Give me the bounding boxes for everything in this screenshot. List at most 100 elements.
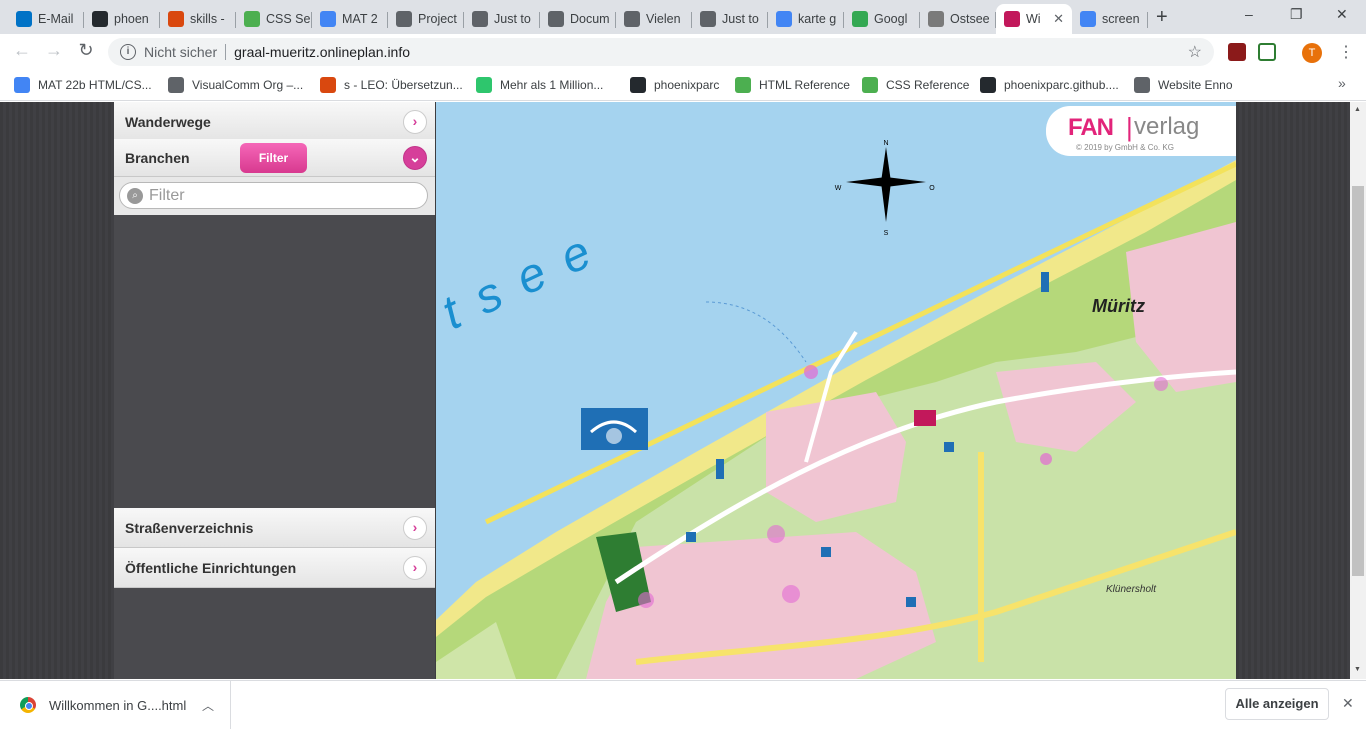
github-icon [92, 11, 108, 27]
bookmark-label: Website Enno [1158, 78, 1233, 92]
bookmark-item[interactable]: phoenixparc [630, 77, 719, 93]
tab-3[interactable]: skills - [160, 4, 236, 34]
chevron-down-icon[interactable]: ⌄ [403, 146, 427, 170]
tab-label: CSS Se [266, 12, 311, 26]
chevron-right-icon[interactable]: › [403, 516, 427, 540]
security-status: Nicht sicher [144, 44, 218, 60]
bookmark-label: phoenixparc [654, 78, 720, 92]
tab-7[interactable]: Just to [464, 4, 540, 34]
download-item[interactable]: Willkommen in G....html ︿ [0, 681, 231, 729]
tab-5[interactable]: MAT 2 [312, 4, 388, 34]
tab-8[interactable]: Docum [540, 4, 616, 34]
url-text[interactable]: graal-mueritz.onlineplan.info [234, 44, 410, 60]
kebab-menu-icon[interactable]: ⋮ [1338, 42, 1354, 62]
map-canvas[interactable]: tsee N S W O Müritz Klünersholt [436, 102, 1236, 679]
globe-icon [168, 77, 184, 93]
tab-4[interactable]: CSS Se [236, 4, 312, 34]
tab-1[interactable]: E-Mail [8, 4, 84, 34]
tab-2[interactable]: phoen [84, 4, 160, 34]
tab-9[interactable]: Vielen [616, 4, 692, 34]
sidebar-item-label: Straßenverzeichnis [125, 519, 254, 536]
address-bar[interactable]: i Nicht sicher graal-mueritz.onlineplan.… [108, 38, 1214, 66]
bookmark-label: Mehr als 1 Million... [500, 78, 604, 92]
scroll-down-icon[interactable]: ▼ [1354, 666, 1361, 673]
bookmark-label: MAT 22b HTML/CS... [38, 78, 152, 92]
bookmark-item[interactable]: VisualComm Org –... [168, 77, 303, 93]
tab-label: Just to [494, 12, 531, 26]
tab-11[interactable]: karte g [768, 4, 844, 34]
tab-14[interactable]: Wi ✕ [996, 4, 1072, 34]
scrollbar-thumb[interactable] [1352, 186, 1364, 576]
profile-avatar[interactable]: T [1302, 43, 1322, 63]
download-filename: Willkommen in G....html [49, 697, 187, 713]
tab-10[interactable]: Just to [692, 4, 768, 34]
close-downloads-icon[interactable]: ✕ [1342, 695, 1354, 712]
ublock-extension-icon[interactable] [1228, 43, 1246, 61]
info-icon[interactable]: i [120, 44, 136, 60]
logo-verlag-text: verlag [1134, 113, 1200, 140]
scroll-up-icon[interactable]: ▲ [1354, 106, 1361, 113]
show-all-downloads-button[interactable]: Alle anzeigen [1225, 688, 1329, 720]
new-tab-button[interactable]: + [1156, 6, 1168, 29]
compass-o: O [929, 185, 935, 192]
filter-search-box[interactable]: ⌕ [119, 182, 428, 209]
globe-icon [700, 11, 716, 27]
bookmark-item[interactable]: MAT 22b HTML/CS... [14, 77, 152, 93]
google-icon [776, 11, 792, 27]
logo-fan-text: FAN [1068, 114, 1114, 141]
globe-icon [472, 11, 488, 27]
chevron-right-icon[interactable]: › [403, 110, 427, 134]
sidebar-item-wanderwege[interactable]: Wanderwege › [114, 102, 435, 142]
bookmark-star-icon[interactable]: ☆ [1188, 42, 1202, 62]
tab-12[interactable]: Googl [844, 4, 920, 34]
bookmark-item[interactable]: Website Enno [1134, 77, 1233, 93]
chrome-file-icon [20, 697, 36, 713]
maximize-button[interactable]: ❐ [1290, 6, 1303, 23]
bookmark-item[interactable]: s - LEO: Übersetzun... [320, 77, 463, 93]
filter-input[interactable] [149, 186, 409, 205]
leo-icon [168, 11, 184, 27]
tab-15[interactable]: screen [1072, 4, 1148, 34]
forward-arrow-icon[interactable]: → [42, 40, 66, 61]
reload-icon[interactable]: ↻ [74, 40, 98, 61]
sea-label: tsee [436, 216, 619, 340]
bookmark-label: VisualComm Org –... [192, 78, 304, 92]
bookmark-item[interactable]: Mehr als 1 Million... [476, 77, 603, 93]
tab-6[interactable]: Project [388, 4, 464, 34]
google-icon [1080, 11, 1096, 27]
page-content: Wanderwege › Branchen Filter ⌄ ⌕ Straßen… [0, 102, 1366, 679]
bookmarks-more-button[interactable]: » [1338, 75, 1346, 91]
page-scrollbar[interactable]: ▲ ▼ [1350, 102, 1366, 679]
w3schools-icon [862, 77, 878, 93]
pixabay-icon [476, 77, 492, 93]
town-map[interactable]: tsee N S W O Müritz Klünersholt FAN | ve… [436, 102, 1236, 679]
bookmark-label: CSS Reference [886, 78, 970, 92]
compass-w: W [835, 185, 842, 192]
bookmark-item[interactable]: HTML Reference [735, 77, 850, 93]
tab-label: E-Mail [38, 12, 74, 26]
chevron-right-icon[interactable]: › [403, 556, 427, 580]
back-arrow-icon[interactable]: ← [10, 40, 34, 61]
outlook-icon [16, 11, 32, 27]
browser-toolbar: ← → ↻ i Nicht sicher graal-mueritz.onlin… [0, 34, 1366, 70]
bookmark-item[interactable]: CSS Reference [862, 77, 969, 93]
close-window-button[interactable]: ✕ [1336, 6, 1348, 23]
filter-button[interactable]: Filter [240, 143, 307, 173]
minimize-button[interactable]: – [1245, 6, 1253, 22]
sidebar-item-oeffentliche-einrichtungen[interactable]: Öffentliche Einrichtungen › [114, 548, 435, 588]
sidebar-item-strassenverzeichnis[interactable]: Straßenverzeichnis › [114, 508, 435, 548]
tab-separator [1147, 12, 1148, 28]
tab-13[interactable]: Ostsee [920, 4, 996, 34]
extension-icon[interactable] [1258, 43, 1276, 61]
google-docs-icon [320, 11, 336, 27]
shield-icon [928, 11, 944, 27]
tab-label: MAT 2 [342, 12, 378, 26]
downloads-bar: Willkommen in G....html ︿ Alle anzeigen … [0, 680, 1366, 729]
bookmark-item[interactable]: phoenixparc.github.... [980, 77, 1119, 93]
bookmark-label: s - LEO: Übersetzun... [344, 78, 463, 92]
close-tab-icon[interactable]: ✕ [1053, 11, 1064, 27]
sidebar-item-branchen[interactable]: Branchen Filter ⌄ [114, 139, 435, 177]
google-maps-icon [852, 11, 868, 27]
logo-copyright: © 2019 by GmbH & Co. KG [1076, 143, 1174, 152]
chevron-up-icon[interactable]: ︿ [202, 697, 214, 714]
